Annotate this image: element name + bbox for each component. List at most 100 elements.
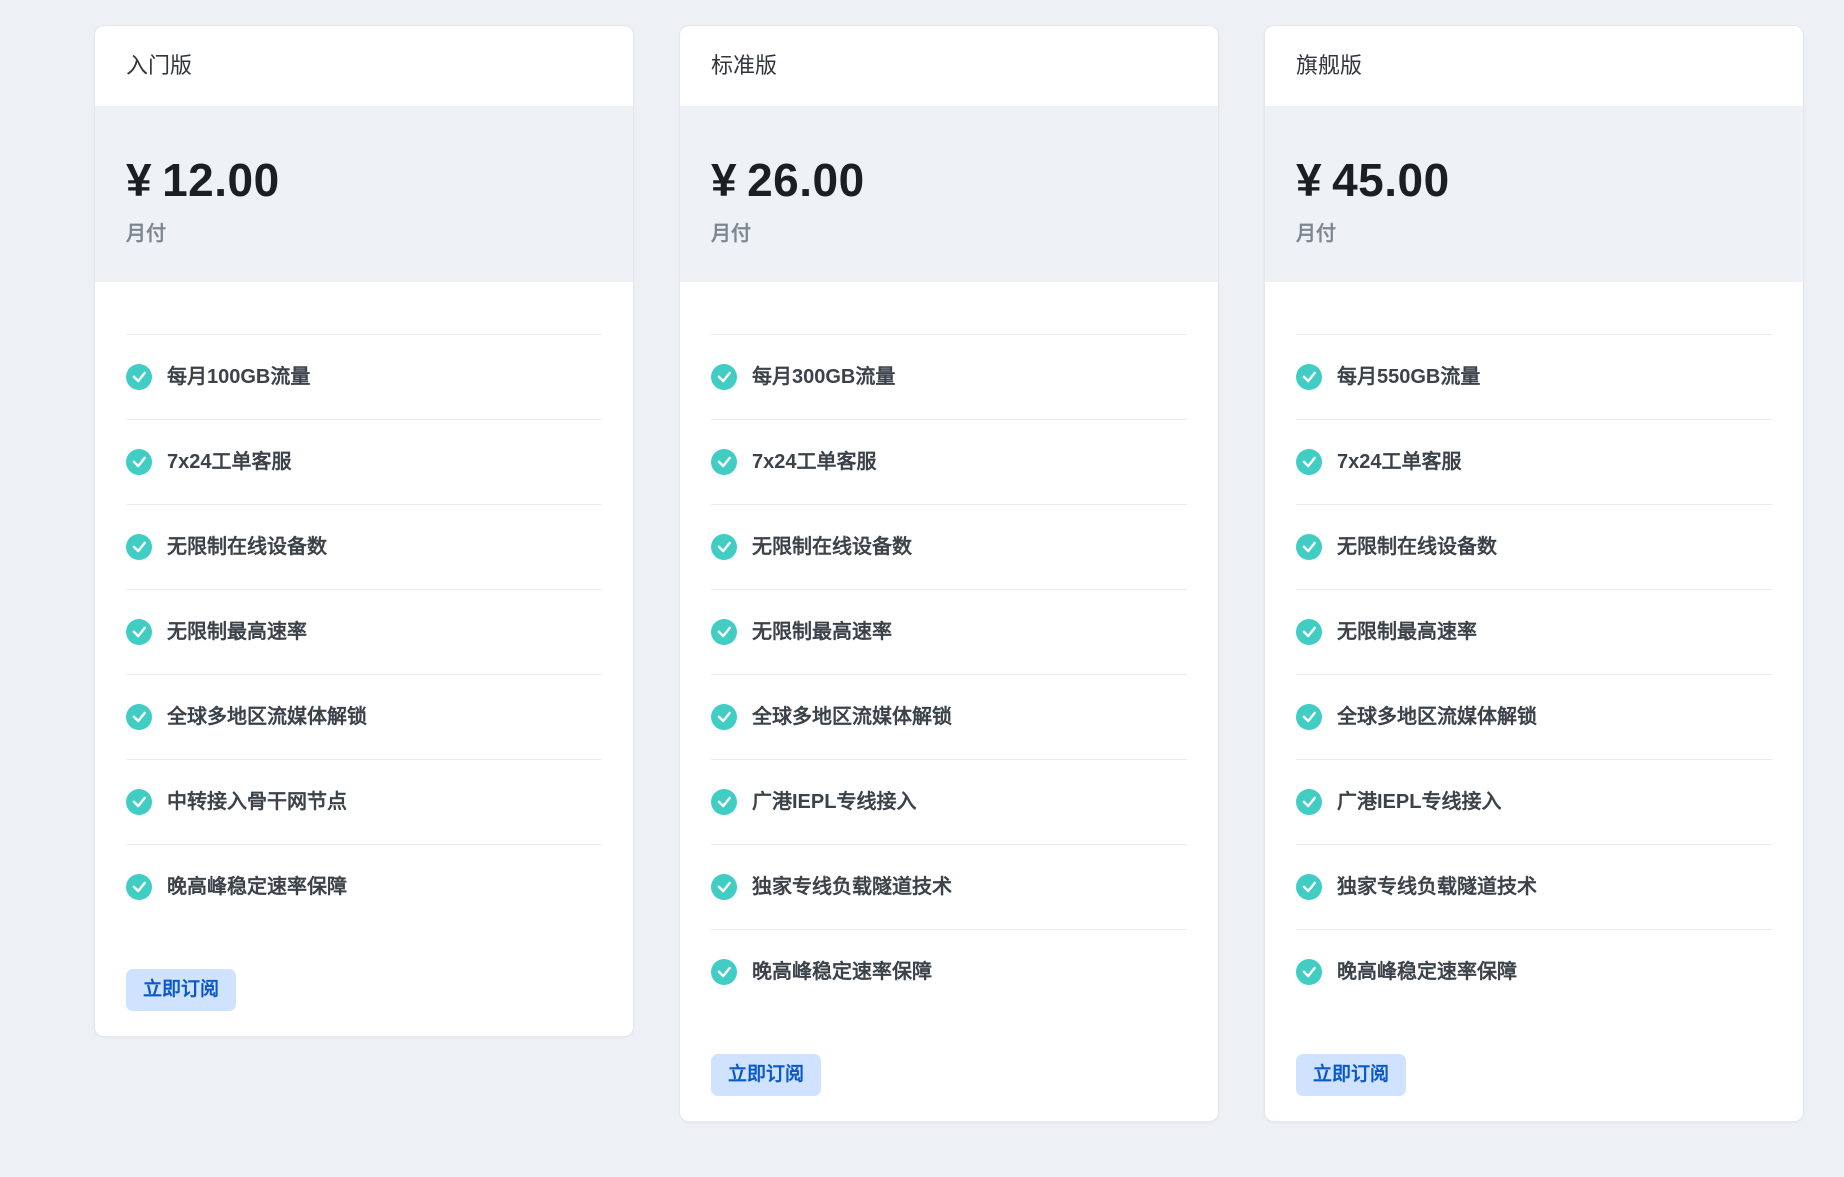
check-circle-icon — [711, 789, 737, 815]
feature-item: 全球多地区流媒体解锁 — [126, 674, 602, 759]
pricing-row: 入门版 ¥12.00 月付 每月100GB流量7x24工单客服无限制在线设备数无… — [0, 0, 1844, 1122]
currency-symbol: ¥ — [711, 154, 737, 206]
feature-item: 每月100GB流量 — [126, 334, 602, 419]
plan-price: ¥45.00 — [1296, 154, 1772, 207]
price-amount: 12.00 — [162, 154, 280, 206]
check-circle-icon — [711, 364, 737, 390]
subscribe-button[interactable]: 立即订阅 — [1296, 1054, 1406, 1096]
check-circle-icon — [126, 364, 152, 390]
feature-label: 广港IEPL专线接入 — [1337, 785, 1501, 819]
feature-label: 每月550GB流量 — [1337, 360, 1480, 394]
check-circle-icon — [1296, 789, 1322, 815]
cta-row: 立即订阅 — [1265, 1014, 1803, 1121]
feature-label: 7x24工单客服 — [1337, 445, 1462, 479]
feature-label: 全球多地区流媒体解锁 — [167, 700, 367, 734]
feature-label: 无限制最高速率 — [1337, 615, 1477, 649]
feature-item: 无限制在线设备数 — [711, 504, 1187, 589]
feature-item: 7x24工单客服 — [126, 419, 602, 504]
feature-label: 每月300GB流量 — [752, 360, 895, 394]
feature-item: 全球多地区流媒体解锁 — [1296, 674, 1772, 759]
currency-symbol: ¥ — [126, 154, 152, 206]
check-circle-icon — [1296, 449, 1322, 475]
check-circle-icon — [711, 449, 737, 475]
feature-label: 每月100GB流量 — [167, 360, 310, 394]
plan-title: 旗舰版 — [1296, 52, 1772, 81]
check-circle-icon — [1296, 534, 1322, 560]
feature-label: 晚高峰稳定速率保障 — [752, 955, 932, 989]
feature-label: 7x24工单客服 — [752, 445, 877, 479]
check-circle-icon — [1296, 874, 1322, 900]
feature-item: 全球多地区流媒体解锁 — [711, 674, 1187, 759]
pricing-card-flagship: 旗舰版 ¥45.00 月付 每月550GB流量 7x24工单客服无限制在线设备数无… — [1264, 25, 1804, 1122]
check-circle-icon — [1296, 959, 1322, 985]
feature-label: 广港IEPL专线接入 — [752, 785, 916, 819]
feature-label: 无限制在线设备数 — [167, 530, 327, 564]
pricing-card-standard: 标准版 ¥26.00 月付 每月300GB流量 7x24工单客服无限制在线设备数无… — [679, 25, 1219, 1122]
feature-item: 晚高峰稳定速率保障 — [711, 929, 1187, 1014]
check-circle-icon — [1296, 619, 1322, 645]
check-circle-icon — [1296, 704, 1322, 730]
feature-label: 全球多地区流媒体解锁 — [752, 700, 952, 734]
feature-label: 独家专线负载隧道技术 — [752, 870, 952, 904]
feature-label: 独家专线负载隧道技术 — [1337, 870, 1537, 904]
feature-item: 无限制在线设备数 — [126, 504, 602, 589]
check-circle-icon — [1296, 364, 1322, 390]
pricing-card-starter: 入门版 ¥12.00 月付 每月100GB流量 7x24工单客服无限制在线设备数无… — [94, 25, 634, 1037]
billing-period: 月付 — [126, 222, 602, 246]
plan-price: ¥26.00 — [711, 154, 1187, 207]
cta-row: 立即订阅 — [95, 929, 633, 1036]
cta-row: 立即订阅 — [680, 1014, 1218, 1121]
feature-label: 无限制最高速率 — [752, 615, 892, 649]
feature-list: 每月100GB流量 7x24工单客服无限制在线设备数无限制最高速率全球多地区流媒体… — [126, 334, 602, 929]
plan-title: 标准版 — [711, 52, 1187, 81]
check-circle-icon — [711, 619, 737, 645]
plan-header: 旗舰版 — [1265, 26, 1803, 106]
feature-item: 独家专线负载隧道技术 — [711, 844, 1187, 929]
feature-label: 全球多地区流媒体解锁 — [1337, 700, 1537, 734]
price-section: ¥45.00 月付 — [1265, 106, 1803, 283]
feature-item: 无限制在线设备数 — [1296, 504, 1772, 589]
feature-item: 每月300GB流量 — [711, 334, 1187, 419]
feature-item: 无限制最高速率 — [1296, 589, 1772, 674]
feature-item: 广港IEPL专线接入 — [711, 759, 1187, 844]
plan-header: 标准版 — [680, 26, 1218, 106]
feature-label: 晚高峰稳定速率保障 — [167, 870, 347, 904]
subscribe-button[interactable]: 立即订阅 — [711, 1054, 821, 1096]
check-circle-icon — [126, 789, 152, 815]
billing-period: 月付 — [711, 222, 1187, 246]
check-circle-icon — [711, 534, 737, 560]
feature-label: 7x24工单客服 — [167, 445, 292, 479]
feature-label: 中转接入骨干网节点 — [167, 785, 347, 819]
feature-list: 每月550GB流量 7x24工单客服无限制在线设备数无限制最高速率全球多地区流媒体… — [1296, 334, 1772, 1014]
check-circle-icon — [126, 449, 152, 475]
feature-item: 无限制最高速率 — [711, 589, 1187, 674]
check-circle-icon — [126, 874, 152, 900]
plan-price: ¥12.00 — [126, 154, 602, 207]
feature-label: 无限制最高速率 — [167, 615, 307, 649]
subscribe-button[interactable]: 立即订阅 — [126, 969, 236, 1011]
check-circle-icon — [126, 619, 152, 645]
feature-item: 独家专线负载隧道技术 — [1296, 844, 1772, 929]
check-circle-icon — [711, 874, 737, 900]
feature-item: 广港IEPL专线接入 — [1296, 759, 1772, 844]
check-circle-icon — [711, 704, 737, 730]
plan-title: 入门版 — [126, 52, 602, 81]
feature-label: 晚高峰稳定速率保障 — [1337, 955, 1517, 989]
price-amount: 45.00 — [1332, 154, 1450, 206]
feature-item: 晚高峰稳定速率保障 — [126, 844, 602, 929]
price-section: ¥26.00 月付 — [680, 106, 1218, 283]
feature-item: 无限制最高速率 — [126, 589, 602, 674]
billing-period: 月付 — [1296, 222, 1772, 246]
price-section: ¥12.00 月付 — [95, 106, 633, 283]
price-amount: 26.00 — [747, 154, 865, 206]
feature-item: 7x24工单客服 — [1296, 419, 1772, 504]
check-circle-icon — [126, 534, 152, 560]
currency-symbol: ¥ — [1296, 154, 1322, 206]
feature-item: 晚高峰稳定速率保障 — [1296, 929, 1772, 1014]
feature-label: 无限制在线设备数 — [1337, 530, 1497, 564]
feature-list: 每月300GB流量 7x24工单客服无限制在线设备数无限制最高速率全球多地区流媒体… — [711, 334, 1187, 1014]
feature-label: 无限制在线设备数 — [752, 530, 912, 564]
feature-item: 7x24工单客服 — [711, 419, 1187, 504]
plan-header: 入门版 — [95, 26, 633, 106]
check-circle-icon — [711, 959, 737, 985]
